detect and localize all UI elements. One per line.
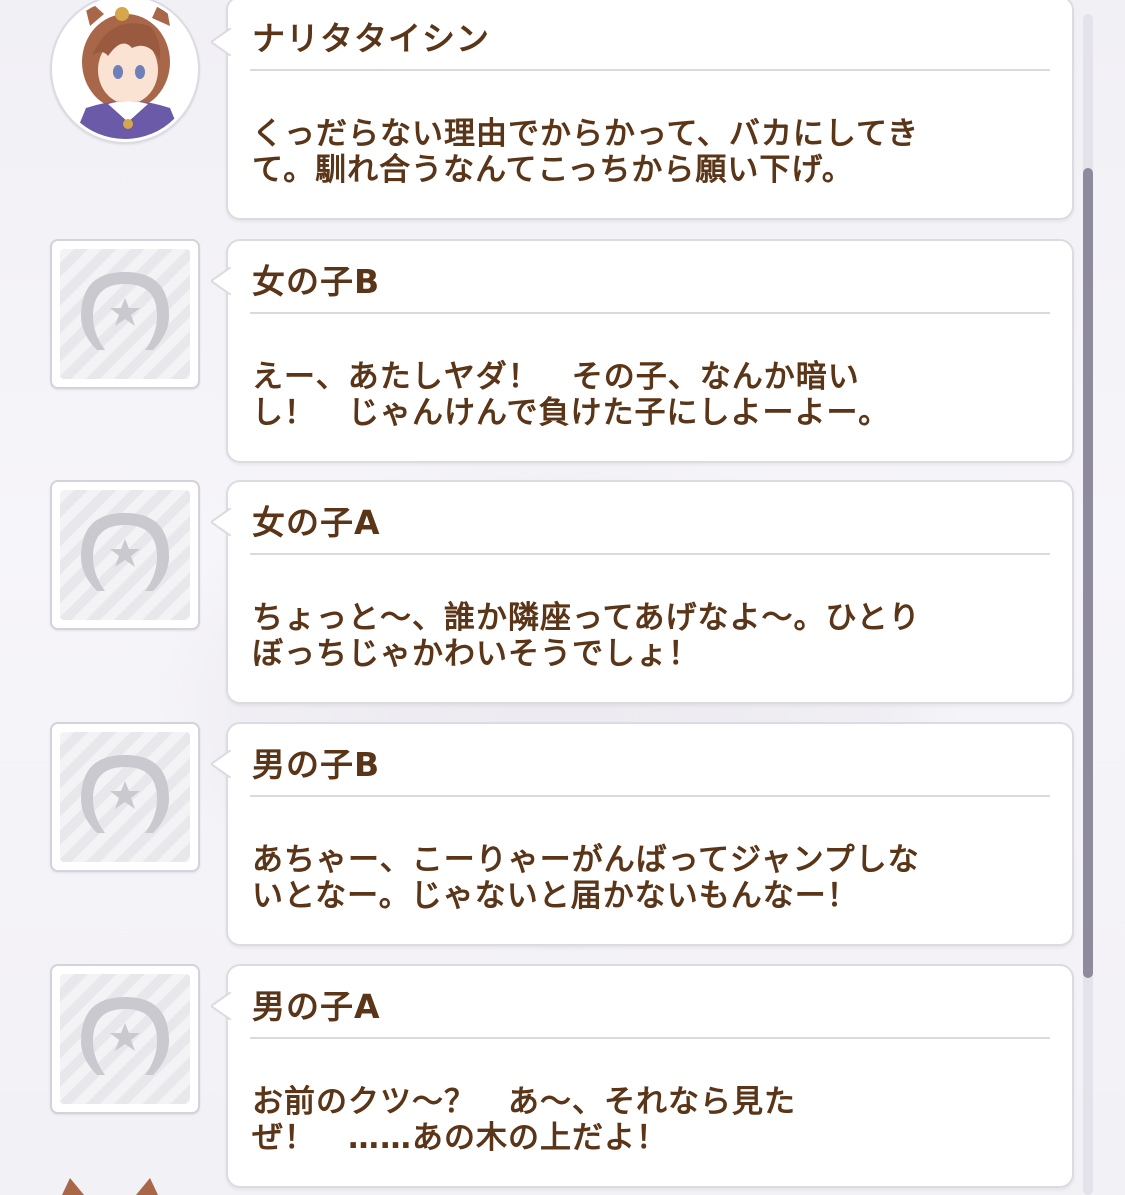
avatar-placeholder — [50, 722, 200, 872]
divider — [250, 795, 1050, 797]
horseshoe-placeholder-icon — [81, 272, 169, 350]
log-entry: 男の子B あちゃー、こーりゃーがんばってジャンプしな いとなー。じゃないと届かな… — [0, 722, 1080, 947]
bubble-tail — [211, 28, 231, 56]
avatar-placeholder — [50, 239, 200, 389]
divider — [250, 553, 1050, 555]
bubble-tail — [211, 750, 231, 778]
dialogue-text: あちゃー、こーりゃーがんばってジャンプしな いとなー。じゃないと届かないもんなー… — [252, 842, 920, 914]
conversation-log[interactable]: ナリタタイシン くっだらない理由でからかって、バカにしてき て。馴れ合うなんてこ… — [0, 0, 1125, 1195]
log-entry: 女の子B えー、あたしヤダ！ その子、なんか暗い し！ じゃんけんで負けた子にし… — [0, 239, 1080, 464]
message-bubble: 女の子B えー、あたしヤダ！ その子、なんか暗い し！ じゃんけんで負けた子にし… — [211, 239, 1074, 463]
dialogue-text: お前のクツ～？ あ～、それなら見た ぜ！ ……あの木の上だよ！ — [252, 1084, 796, 1156]
speaker-name: ナリタタイシン — [252, 19, 490, 58]
bubble-tail — [211, 508, 231, 536]
divider — [250, 69, 1050, 71]
character-portrait — [50, 0, 200, 144]
log-entry: 女の子A ちょっと～、誰か隣座ってあげなよ～。ひとり ぼっちじゃかわいそうでしょ… — [0, 480, 1080, 705]
log-entry: ナリタタイシン くっだらない理由でからかって、バカにしてき て。馴れ合うなんてこ… — [0, 0, 1080, 225]
speaker-name: 男の子A — [252, 987, 381, 1026]
log-entry: 男の子A お前のクツ～？ あ～、それなら見た ぜ！ ……あの木の上だよ！ — [0, 964, 1080, 1189]
dialogue-text: えー、あたしヤダ！ その子、なんか暗い し！ じゃんけんで負けた子にしよーよー。 — [252, 359, 891, 431]
divider — [250, 312, 1050, 314]
message-bubble: 男の子A お前のクツ～？ あ～、それなら見た ぜ！ ……あの木の上だよ！ — [211, 964, 1074, 1188]
bubble-tail — [211, 992, 231, 1020]
dialogue-text: ちょっと～、誰か隣座ってあげなよ～。ひとり ぼっちじゃかわいそうでしょ！ — [252, 600, 921, 672]
horseshoe-placeholder-icon — [81, 755, 169, 833]
horseshoe-placeholder-icon — [81, 997, 169, 1075]
avatar-placeholder — [50, 964, 200, 1114]
bubble-tail — [211, 267, 231, 295]
message-bubble: ナリタタイシン くっだらない理由でからかって、バカにしてき て。馴れ合うなんてこ… — [211, 0, 1074, 220]
scrollbar-thumb[interactable] — [1083, 168, 1093, 978]
speaker-name: 女の子B — [252, 262, 381, 301]
speaker-name: 女の子A — [252, 503, 381, 542]
message-bubble: 女の子A ちょっと～、誰か隣座ってあげなよ～。ひとり ぼっちじゃかわいそうでしょ… — [211, 480, 1074, 704]
character-portrait-icon — [55, 0, 195, 139]
dialogue-text: くっだらない理由でからかって、バカにしてき て。馴れ合うなんてこっちから願い下げ… — [252, 116, 920, 188]
horseshoe-placeholder-icon — [81, 513, 169, 591]
next-portrait-ear-icon — [62, 1178, 158, 1195]
avatar-placeholder — [50, 480, 200, 630]
speaker-name: 男の子B — [252, 745, 381, 784]
divider — [250, 1037, 1050, 1039]
message-bubble: 男の子B あちゃー、こーりゃーがんばってジャンプしな いとなー。じゃないと届かな… — [211, 722, 1074, 946]
